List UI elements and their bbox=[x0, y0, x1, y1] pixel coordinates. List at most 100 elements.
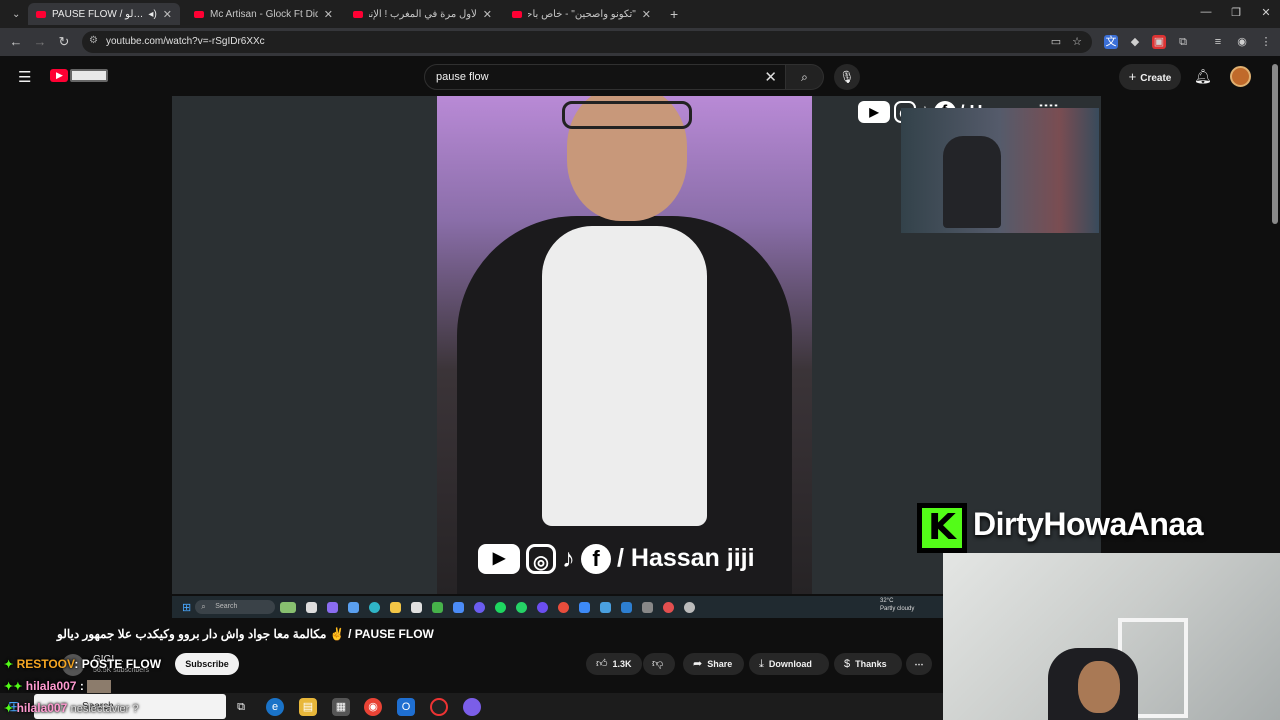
close-window-button[interactable]: ✕ bbox=[1256, 6, 1276, 19]
url-text: youtube.com/watch?v=-rSgIDr6XXc bbox=[106, 36, 265, 47]
badge-icon: ✦✦ bbox=[4, 681, 23, 693]
badge-icon: ✦ bbox=[4, 703, 14, 715]
minimize-button[interactable]: — bbox=[1196, 6, 1216, 18]
tab-mc-artisan[interactable]: Mc Artisan - Glock Ft Didine Ca ✕ bbox=[186, 3, 341, 25]
thanks-button[interactable]: $ Thanks bbox=[834, 653, 902, 675]
app-icon bbox=[348, 601, 360, 613]
chrome-icon[interactable]: ◉ bbox=[364, 698, 382, 716]
app-icon bbox=[432, 601, 444, 613]
cast-icon[interactable]: ▭ bbox=[1049, 35, 1063, 49]
embedded-weather-widget: 32°C Partly cloudy bbox=[880, 597, 914, 613]
app-icon[interactable] bbox=[463, 698, 481, 716]
chat-user: hilala007 bbox=[25, 679, 77, 693]
clear-search-icon[interactable]: ✕ bbox=[764, 68, 777, 86]
reading-list-icon[interactable]: ≡ bbox=[1211, 35, 1225, 49]
file-explorer-icon[interactable]: ▤ bbox=[299, 698, 317, 716]
video-frame[interactable] bbox=[437, 96, 812, 594]
forward-button[interactable]: → bbox=[31, 34, 49, 49]
search-icon: ⌕ bbox=[201, 602, 206, 611]
chat-user: RESTOOV bbox=[16, 657, 75, 671]
translate-extension-icon[interactable]: 文 bbox=[1104, 35, 1118, 49]
extension-diamond-icon[interactable]: ◆ bbox=[1128, 35, 1142, 49]
tab-list-button[interactable]: ⌄ bbox=[4, 3, 24, 25]
close-tab-icon[interactable]: ✕ bbox=[477, 8, 492, 21]
chat-text: : bbox=[79, 679, 84, 693]
download-button[interactable]: ⤓ Download bbox=[749, 653, 829, 675]
app-icon bbox=[411, 601, 423, 613]
app-icon bbox=[495, 601, 507, 613]
youtube-icon: ▶ bbox=[478, 543, 520, 574]
hamburger-menu-icon[interactable]: ☰ bbox=[18, 68, 31, 86]
app-icon bbox=[280, 601, 297, 613]
tab-pause-flow[interactable]: PAUSE FLOW / جمهور ديالو ◂) ✕ bbox=[28, 3, 180, 25]
weather-temp: 32°C bbox=[880, 598, 894, 604]
app-icon bbox=[663, 601, 675, 613]
site-info-icon[interactable]: ⚙ bbox=[89, 35, 98, 46]
bookmark-star-icon[interactable]: ☆ bbox=[1070, 35, 1084, 49]
address-bar[interactable]: ⚙ youtube.com/watch?v=-rSgIDr6XXc bbox=[82, 31, 1092, 53]
tab-protests[interactable]: "تكونو واصحين" - خاص باحتجاجا ✕ bbox=[504, 3, 659, 25]
outlook-icon[interactable]: O bbox=[397, 698, 415, 716]
task-view-icon[interactable]: ⧉ bbox=[232, 698, 250, 716]
close-tab-icon[interactable]: ✕ bbox=[636, 8, 651, 21]
youtube-favicon-icon bbox=[194, 10, 204, 18]
youtube-doodle-logo[interactable] bbox=[70, 69, 108, 82]
app-icon bbox=[474, 601, 486, 613]
video-title: مكالمة معا جواد واش دار بروو وكيكدب علا … bbox=[57, 627, 434, 641]
menu-kebab-icon[interactable]: ⋮ bbox=[1259, 35, 1273, 49]
search-input[interactable]: pause flow bbox=[436, 71, 489, 83]
chevron-down-icon: ⌄ bbox=[12, 8, 21, 20]
speaker-icon: ◂) bbox=[148, 8, 157, 20]
kick-icon: K bbox=[922, 508, 962, 548]
app-icon bbox=[684, 601, 696, 613]
more-horizontal-icon: ⋯ bbox=[914, 659, 924, 669]
handle-text: / Hassan jiji bbox=[617, 544, 755, 572]
studio-inset-video bbox=[901, 108, 1099, 233]
close-tab-icon[interactable]: ✕ bbox=[318, 8, 333, 21]
extensions-puzzle-icon[interactable]: ⧉ bbox=[1176, 35, 1190, 49]
app-icon bbox=[327, 601, 339, 613]
youtube-logo-icon[interactable]: ▶ bbox=[50, 69, 68, 82]
like-button[interactable]: 👍︎ 1.3K bbox=[586, 653, 642, 675]
back-button[interactable]: ← bbox=[7, 34, 25, 49]
chat-message: ✦ RESTOOV: POSTE FLOW bbox=[4, 657, 161, 671]
search-button[interactable]: ⌕ bbox=[786, 64, 824, 90]
download-label: Download bbox=[768, 659, 812, 669]
reload-button[interactable]: ↻ bbox=[55, 34, 73, 50]
page-scrollbar[interactable] bbox=[1272, 64, 1278, 224]
create-label: Create bbox=[1140, 73, 1172, 84]
video-subject-glasses bbox=[562, 101, 692, 129]
dislike-button[interactable]: 👎︎ bbox=[643, 653, 675, 675]
profile-icon[interactable]: ◉ bbox=[1235, 35, 1249, 49]
download-icon: ⤓ bbox=[759, 658, 764, 670]
app-icon bbox=[369, 601, 381, 613]
app-icon bbox=[558, 601, 570, 613]
edge-icon[interactable]: e bbox=[266, 698, 284, 716]
new-tab-button[interactable]: + bbox=[662, 3, 682, 25]
search-box[interactable]: pause flow ✕ bbox=[424, 64, 786, 90]
more-actions-button[interactable]: ⋯ bbox=[906, 653, 932, 675]
notifications-bell-icon[interactable]: 🔔︎ bbox=[1194, 68, 1212, 85]
store-icon[interactable]: ▦ bbox=[332, 698, 350, 716]
maximize-button[interactable]: ❐ bbox=[1226, 6, 1246, 19]
chat-user: hilala007 bbox=[16, 701, 68, 715]
close-tab-icon[interactable]: ✕ bbox=[157, 8, 172, 21]
chat-message: ✦ hilala007 neslectavier ? bbox=[4, 701, 138, 715]
microphone-icon: 🎙 bbox=[839, 70, 855, 84]
voice-search-button[interactable]: 🎙 bbox=[834, 64, 860, 90]
share-button[interactable]: ➦ Share bbox=[683, 653, 744, 675]
thumbs-down-icon: 👎︎ bbox=[652, 658, 664, 670]
tab-morocco[interactable]: لأول مرة في المغرب ! الإنطباع الأ ✕ bbox=[345, 3, 500, 25]
video-subject-shirt bbox=[542, 226, 707, 526]
youtube-favicon-icon bbox=[36, 10, 46, 18]
account-avatar[interactable] bbox=[1230, 66, 1251, 87]
app-icon[interactable] bbox=[430, 698, 448, 716]
tab-label: لأول مرة في المغرب ! الإنطباع الأ bbox=[369, 8, 477, 20]
tab-label: "تكونو واصحين" - خاص باحتجاجا bbox=[528, 8, 636, 20]
subscribe-button[interactable]: Subscribe bbox=[175, 653, 239, 675]
extension-red-icon[interactable]: ▣ bbox=[1152, 35, 1166, 49]
chat-text: neslectavier ? bbox=[70, 703, 139, 715]
embedded-search-label: Search bbox=[215, 603, 238, 610]
create-button[interactable]: + Create bbox=[1119, 64, 1181, 90]
webcam-face bbox=[1078, 661, 1120, 713]
